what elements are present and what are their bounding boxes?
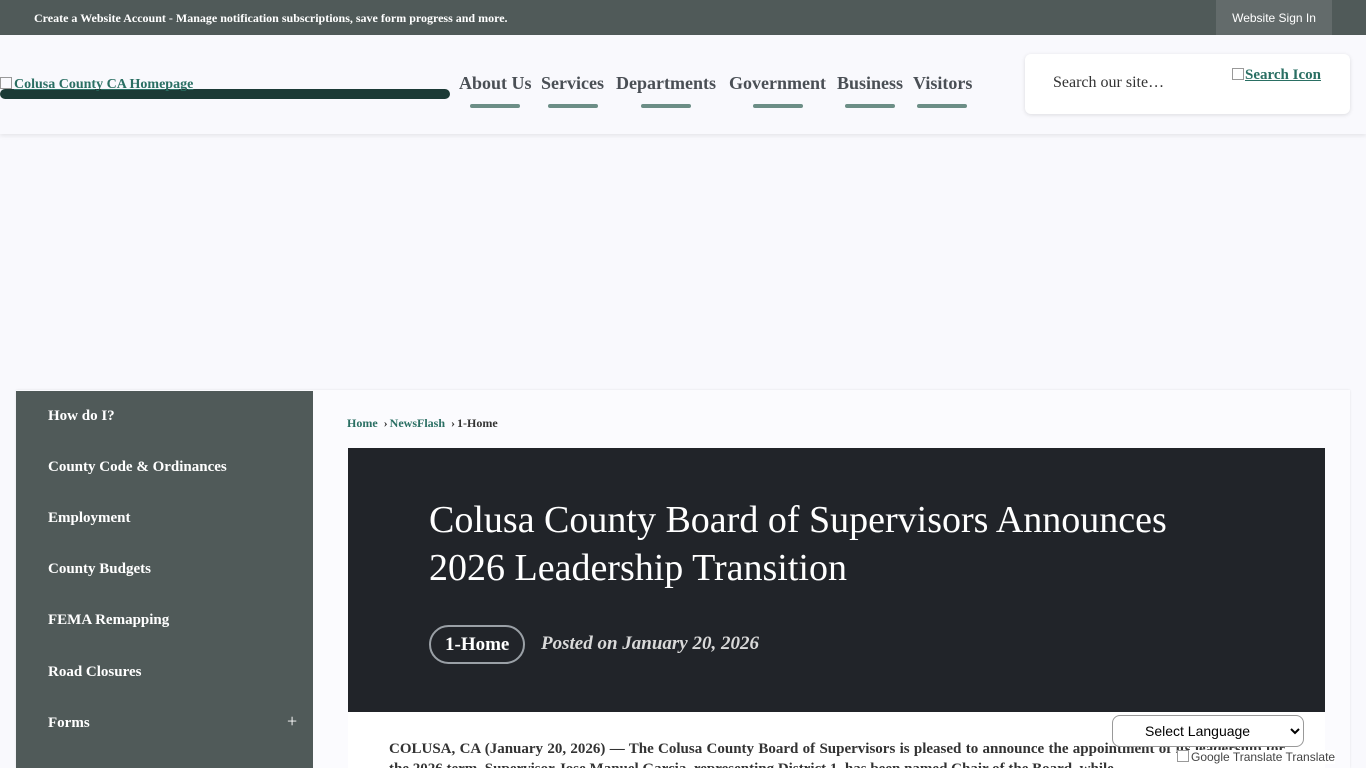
broken-image-icon [0,77,12,89]
nav-underline [917,104,967,108]
sidebar-item-fema-remapping[interactable]: FEMA Remapping [48,612,169,629]
nav-business-label: Business [837,73,904,93]
google-translate-attribution[interactable]: Google Translate Translate [1177,750,1336,764]
nav-about-us[interactable]: About Us [459,73,532,108]
posted-date: Posted on January 20, 2026 [541,633,759,654]
nav-departments[interactable]: Departments [616,73,716,108]
nav-underline [845,104,895,108]
breadcrumb-current: 1-Home [457,416,498,430]
create-account-message[interactable]: Create a Website Account - Manage notifi… [34,11,508,26]
search-icon-alt-text: Search Icon [1245,67,1321,83]
search-icon[interactable]: Search Icon [1232,67,1321,84]
expand-plus-icon[interactable]: + [287,711,297,732]
breadcrumb-separator: › [383,416,388,430]
breadcrumb-separator: › [451,416,455,430]
broken-image-icon [1232,68,1244,80]
article-title: Colusa County Board of Supervisors Annou… [429,499,1167,589]
nav-underline [470,104,520,108]
nav-business[interactable]: Business [837,73,904,108]
article-header: Colusa County Board of Supervisors Annou… [348,448,1325,712]
nav-services[interactable]: Services [541,73,604,108]
sidebar-item-forms[interactable]: Forms [48,715,90,732]
nav-government-label: Government [729,73,826,93]
sidebar-item-employment[interactable]: Employment [48,510,131,527]
sidebar-item-how-do-i[interactable]: How do I? [48,408,115,425]
nav-about-us-label: About Us [459,73,532,93]
website-sign-in-button[interactable]: Website Sign In [1216,0,1332,35]
breadcrumb-home[interactable]: Home [347,416,378,430]
nav-underline [753,104,803,108]
nav-departments-label: Departments [616,73,716,93]
logo-alt-text: Colusa County CA Homepage [14,77,194,92]
language-select[interactable]: Select Language [1112,715,1304,747]
top-bar: Create a Website Account - Manage notifi… [0,0,1366,35]
sidebar-item-county-code[interactable]: County Code & Ordinances [48,459,227,476]
nav-visitors-label: Visitors [913,73,973,93]
breadcrumb-newsflash[interactable]: NewsFlash [390,416,445,430]
homepage-logo-link[interactable]: Colusa County CA Homepage [0,77,193,93]
nav-underline [548,104,598,108]
sidebar-item-road-closures[interactable]: Road Closures [48,664,142,681]
site-search: Search Icon [1025,54,1350,114]
breadcrumb: Home › NewsFlash › 1-Home [347,416,498,431]
google-translate-text: Google Translate Translate [1191,750,1336,764]
search-input[interactable] [1053,74,1213,92]
site-header: Colusa County CA Homepage About Us Servi… [0,35,1366,134]
sidebar-item-county-budgets[interactable]: County Budgets [48,561,151,578]
google-translate-icon [1177,750,1189,762]
category-tag[interactable]: 1-Home [429,625,526,664]
nav-services-label: Services [541,73,604,93]
nav-visitors[interactable]: Visitors [913,73,973,108]
nav-underline [641,104,691,108]
sidebar-nav: How do I? County Code & Ordinances Emplo… [16,391,313,768]
nav-government[interactable]: Government [729,73,826,108]
